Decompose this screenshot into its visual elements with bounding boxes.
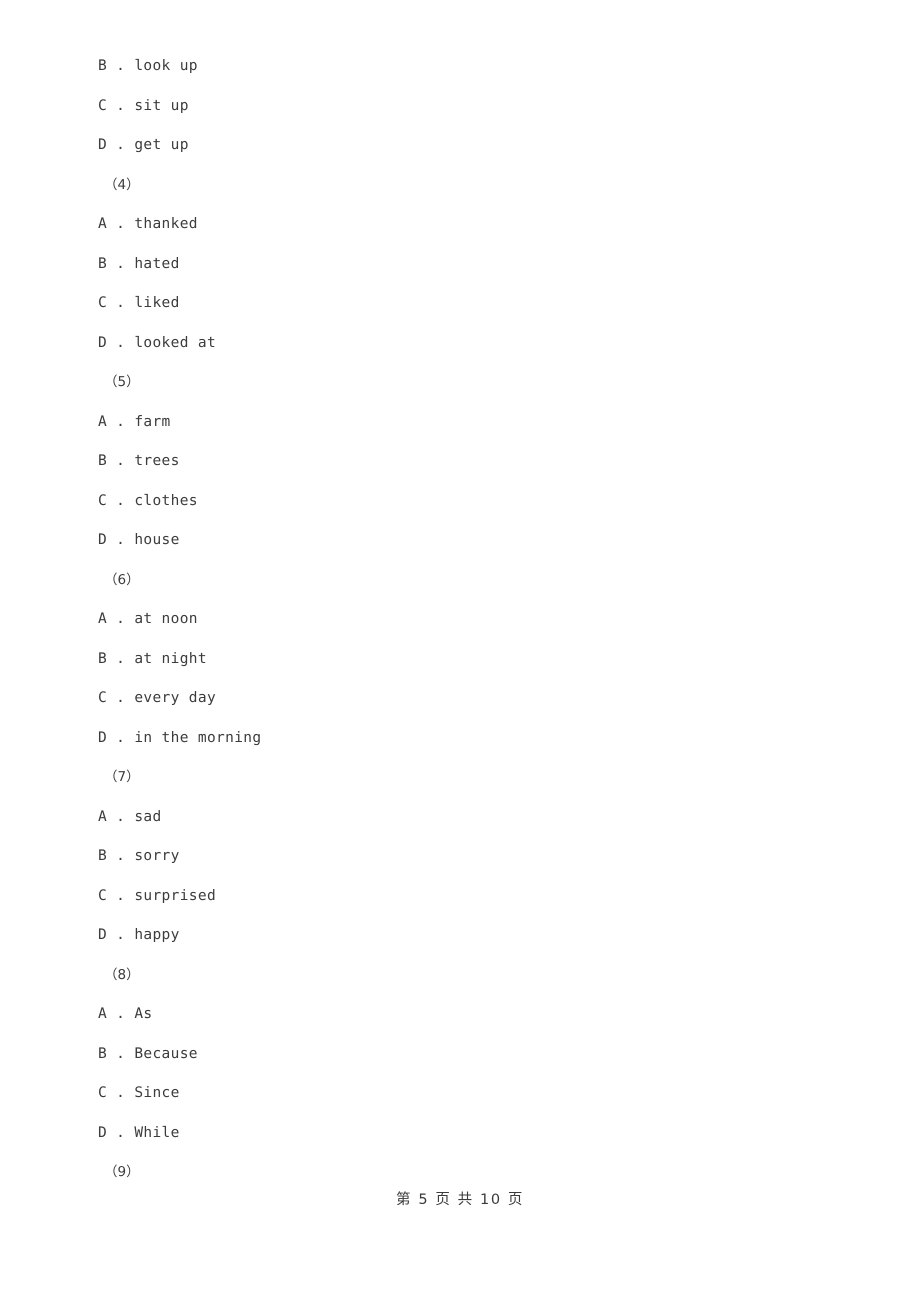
document-page: B . look up C . sit up D . get up （4） A . th… [0,0,920,1302]
answer-option[interactable]: A . farm [98,403,858,443]
answer-option[interactable]: C . liked [98,284,858,324]
page-footer: 第 5 页 共 10 页 [396,1192,524,1208]
question-number: （7） [104,769,140,785]
question-number: （9） [104,1164,140,1180]
answer-option[interactable]: B . sorry [98,837,858,877]
answer-option[interactable]: D . While [98,1114,858,1154]
answer-option[interactable]: B . look up [98,47,858,87]
answer-option[interactable]: A . thanked [98,205,858,245]
answer-option[interactable]: B . trees [98,442,858,482]
answer-option[interactable]: A . at noon [98,600,858,640]
answer-option[interactable]: A . sad [98,798,858,838]
answer-option[interactable]: A . As [98,995,858,1035]
question-number: （6） [104,571,140,588]
answer-option[interactable]: C . clothes [98,482,858,522]
answer-option[interactable]: D . get up [98,126,858,166]
answer-option[interactable]: D . house [98,521,858,561]
answer-option[interactable]: C . every day [98,679,858,719]
answer-option[interactable]: B . hated [98,245,858,285]
answer-option[interactable]: C . surprised [98,877,858,917]
answer-option[interactable]: B . Because [98,1035,858,1075]
question-options-list: B . look up C . sit up D . get up （4） A . th… [98,47,858,1193]
answer-option[interactable]: C . sit up [98,87,858,127]
question-number: （8） [104,966,140,983]
answer-option[interactable]: D . in the morning [98,719,858,759]
question-number: （4） [104,176,140,193]
answer-option[interactable]: C . Since [98,1074,858,1114]
answer-option[interactable]: D . happy [98,916,858,956]
answer-option[interactable]: B . at night [98,640,858,680]
question-number: （5） [104,374,140,390]
answer-option[interactable]: D . looked at [98,324,858,364]
